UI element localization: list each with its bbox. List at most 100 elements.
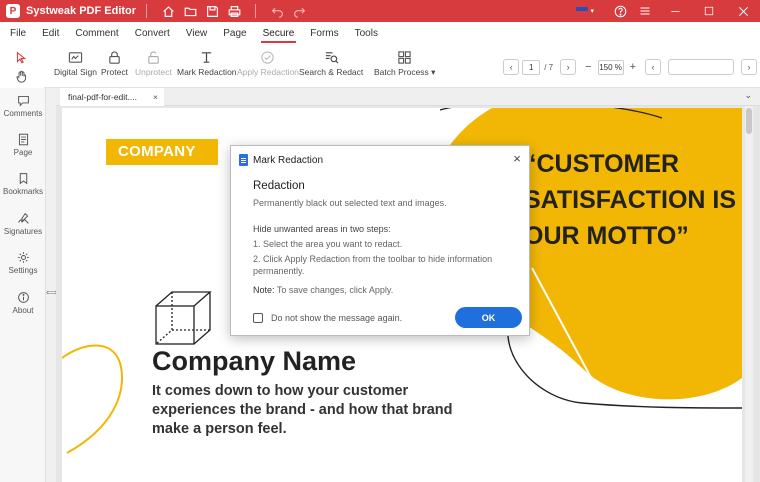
apply-redaction-button[interactable]: Apply Redaction bbox=[237, 50, 299, 77]
next-page-button[interactable]: › bbox=[560, 59, 577, 75]
hand-tool-icon[interactable] bbox=[15, 70, 28, 86]
company-description: It comes down to how your customer exper… bbox=[152, 383, 453, 437]
scrollbar-thumb[interactable] bbox=[746, 108, 752, 134]
panel-resize-strip[interactable]: ⟺ bbox=[46, 88, 57, 482]
menu-icon[interactable] bbox=[632, 0, 658, 22]
digital-sign-icon bbox=[68, 52, 83, 63]
search-input[interactable] bbox=[668, 59, 734, 75]
quote-line-2: SATISFACTION IS bbox=[524, 186, 737, 214]
document-icon bbox=[239, 154, 248, 166]
digital-sign-button[interactable]: Digital Sign bbox=[54, 50, 97, 77]
note-label: Note: bbox=[253, 285, 275, 295]
redo-icon[interactable] bbox=[288, 0, 310, 22]
chevron-right-icon: › bbox=[566, 62, 570, 72]
signature-icon bbox=[17, 212, 29, 224]
page-navigation: ‹ 1 / 7 › − 150 % + ‹ › bbox=[500, 58, 760, 76]
text-cursor-icon bbox=[202, 52, 212, 63]
menu-view[interactable]: View bbox=[178, 22, 216, 46]
tab-list-chevron-icon[interactable]: ⌄ bbox=[744, 90, 752, 101]
mark-redaction-button[interactable]: Mark Redaction bbox=[177, 50, 237, 77]
document-tab-label: final-pdf-for-edit.... bbox=[68, 92, 137, 102]
close-icon[interactable] bbox=[726, 0, 760, 22]
minimize-icon[interactable] bbox=[658, 0, 692, 22]
protect-button[interactable]: Protect bbox=[101, 50, 128, 77]
quote-line-1: “CUSTOMER bbox=[524, 150, 680, 178]
search-redact-button[interactable]: Search & Redact bbox=[299, 50, 363, 77]
sidebar-item-bookmarks[interactable]: Bookmarks bbox=[0, 172, 46, 196]
home-icon[interactable] bbox=[157, 0, 179, 22]
menu-forms[interactable]: Forms bbox=[302, 22, 346, 46]
app-title: Systweak PDF Editor bbox=[26, 5, 137, 17]
mark-redaction-dialog: Mark Redaction × Redaction Permanently b… bbox=[230, 145, 530, 336]
comment-icon bbox=[17, 95, 29, 107]
document-tab[interactable]: final-pdf-for-edit.... × bbox=[60, 88, 164, 106]
protect-label: Protect bbox=[101, 67, 128, 77]
menu-file[interactable]: File bbox=[2, 22, 34, 46]
quote-text: “CUSTOMER SATISFACTION IS OUR MOTTO” bbox=[524, 146, 736, 254]
menu-page[interactable]: Page bbox=[215, 22, 254, 46]
secure-toolbar: Digital Sign Protect Unprotect Mark Reda… bbox=[44, 46, 760, 88]
sidebar-item-page[interactable]: Page bbox=[0, 133, 46, 157]
total-pages: / 7 bbox=[544, 62, 554, 72]
sidebar-item-settings[interactable]: Settings bbox=[0, 251, 46, 275]
zoom-out-button[interactable]: − bbox=[585, 61, 591, 73]
sidebar-item-about[interactable]: About bbox=[0, 291, 46, 315]
company-banner: COMPANY bbox=[106, 139, 218, 165]
dont-show-again-option[interactable]: Do not show the message again. bbox=[253, 313, 402, 323]
zoom-level[interactable]: 150 % bbox=[597, 59, 624, 75]
cursor-tools bbox=[0, 46, 44, 88]
batch-process-button[interactable]: Batch Process ▾ bbox=[374, 50, 435, 78]
cube-icon bbox=[155, 291, 212, 345]
batch-process-label: Batch Process ▾ bbox=[374, 67, 436, 77]
info-icon bbox=[17, 292, 29, 303]
apply-check-icon bbox=[261, 51, 275, 64]
search-previous-button[interactable]: ‹ bbox=[645, 59, 661, 75]
search-redact-label: Search & Redact bbox=[299, 67, 364, 77]
sidebar-label-about: About bbox=[12, 306, 34, 315]
menu-edit[interactable]: Edit bbox=[34, 22, 67, 46]
previous-page-button[interactable]: ‹ bbox=[503, 59, 520, 75]
sidebar-label-settings: Settings bbox=[8, 266, 38, 275]
sidebar-item-signatures[interactable]: Signatures bbox=[0, 212, 46, 236]
steps-title: Hide unwanted areas in two steps: bbox=[253, 224, 391, 234]
ok-button[interactable]: OK bbox=[455, 307, 522, 328]
menu-comment[interactable]: Comment bbox=[67, 22, 126, 46]
apply-redaction-label: Apply Redaction bbox=[237, 67, 299, 77]
language-flag-icon[interactable] bbox=[576, 7, 589, 15]
vertical-scrollbar[interactable] bbox=[745, 106, 753, 482]
language-dropdown-icon[interactable]: ▾ bbox=[590, 7, 594, 15]
unprotect-label: Unprotect bbox=[135, 67, 172, 77]
document-tab-bar: final-pdf-for-edit.... × ⌄ bbox=[56, 88, 760, 106]
dont-show-again-label: Do not show the message again. bbox=[271, 313, 403, 323]
settings-icon bbox=[17, 252, 29, 263]
company-name: Company Name bbox=[152, 346, 357, 376]
tab-close-icon[interactable]: × bbox=[153, 88, 158, 106]
unlock-icon bbox=[148, 51, 159, 64]
current-page-input[interactable]: 1 bbox=[522, 59, 541, 75]
title-bar: P Systweak PDF Editor ▾ bbox=[0, 0, 760, 22]
print-icon[interactable] bbox=[223, 0, 245, 22]
search-redact-icon bbox=[325, 52, 339, 64]
maximize-icon[interactable] bbox=[692, 0, 726, 22]
unprotect-button[interactable]: Unprotect bbox=[135, 50, 172, 77]
batch-process-icon bbox=[398, 51, 411, 64]
lock-icon bbox=[109, 51, 120, 64]
menu-tools[interactable]: Tools bbox=[347, 22, 386, 46]
sidebar-label-comments: Comments bbox=[3, 109, 43, 118]
dont-show-again-checkbox[interactable] bbox=[253, 313, 263, 323]
chevron-left-icon: ‹ bbox=[509, 62, 513, 72]
chevron-right-icon: › bbox=[747, 62, 751, 72]
zoom-in-button[interactable]: + bbox=[630, 61, 636, 73]
sidebar-item-comments[interactable]: Comments bbox=[0, 94, 46, 118]
undo-icon[interactable] bbox=[266, 0, 288, 22]
menu-convert[interactable]: Convert bbox=[127, 22, 178, 46]
dialog-close-button[interactable]: × bbox=[511, 152, 523, 166]
menu-secure[interactable]: Secure bbox=[255, 22, 303, 46]
search-next-button[interactable]: › bbox=[741, 59, 757, 75]
quote-line-3: OUR MOTTO” bbox=[524, 222, 689, 250]
help-icon[interactable] bbox=[608, 0, 632, 22]
save-icon[interactable] bbox=[201, 0, 223, 22]
folder-icon[interactable] bbox=[179, 0, 201, 22]
select-cursor-icon[interactable] bbox=[15, 51, 28, 67]
title-separator bbox=[146, 4, 148, 18]
